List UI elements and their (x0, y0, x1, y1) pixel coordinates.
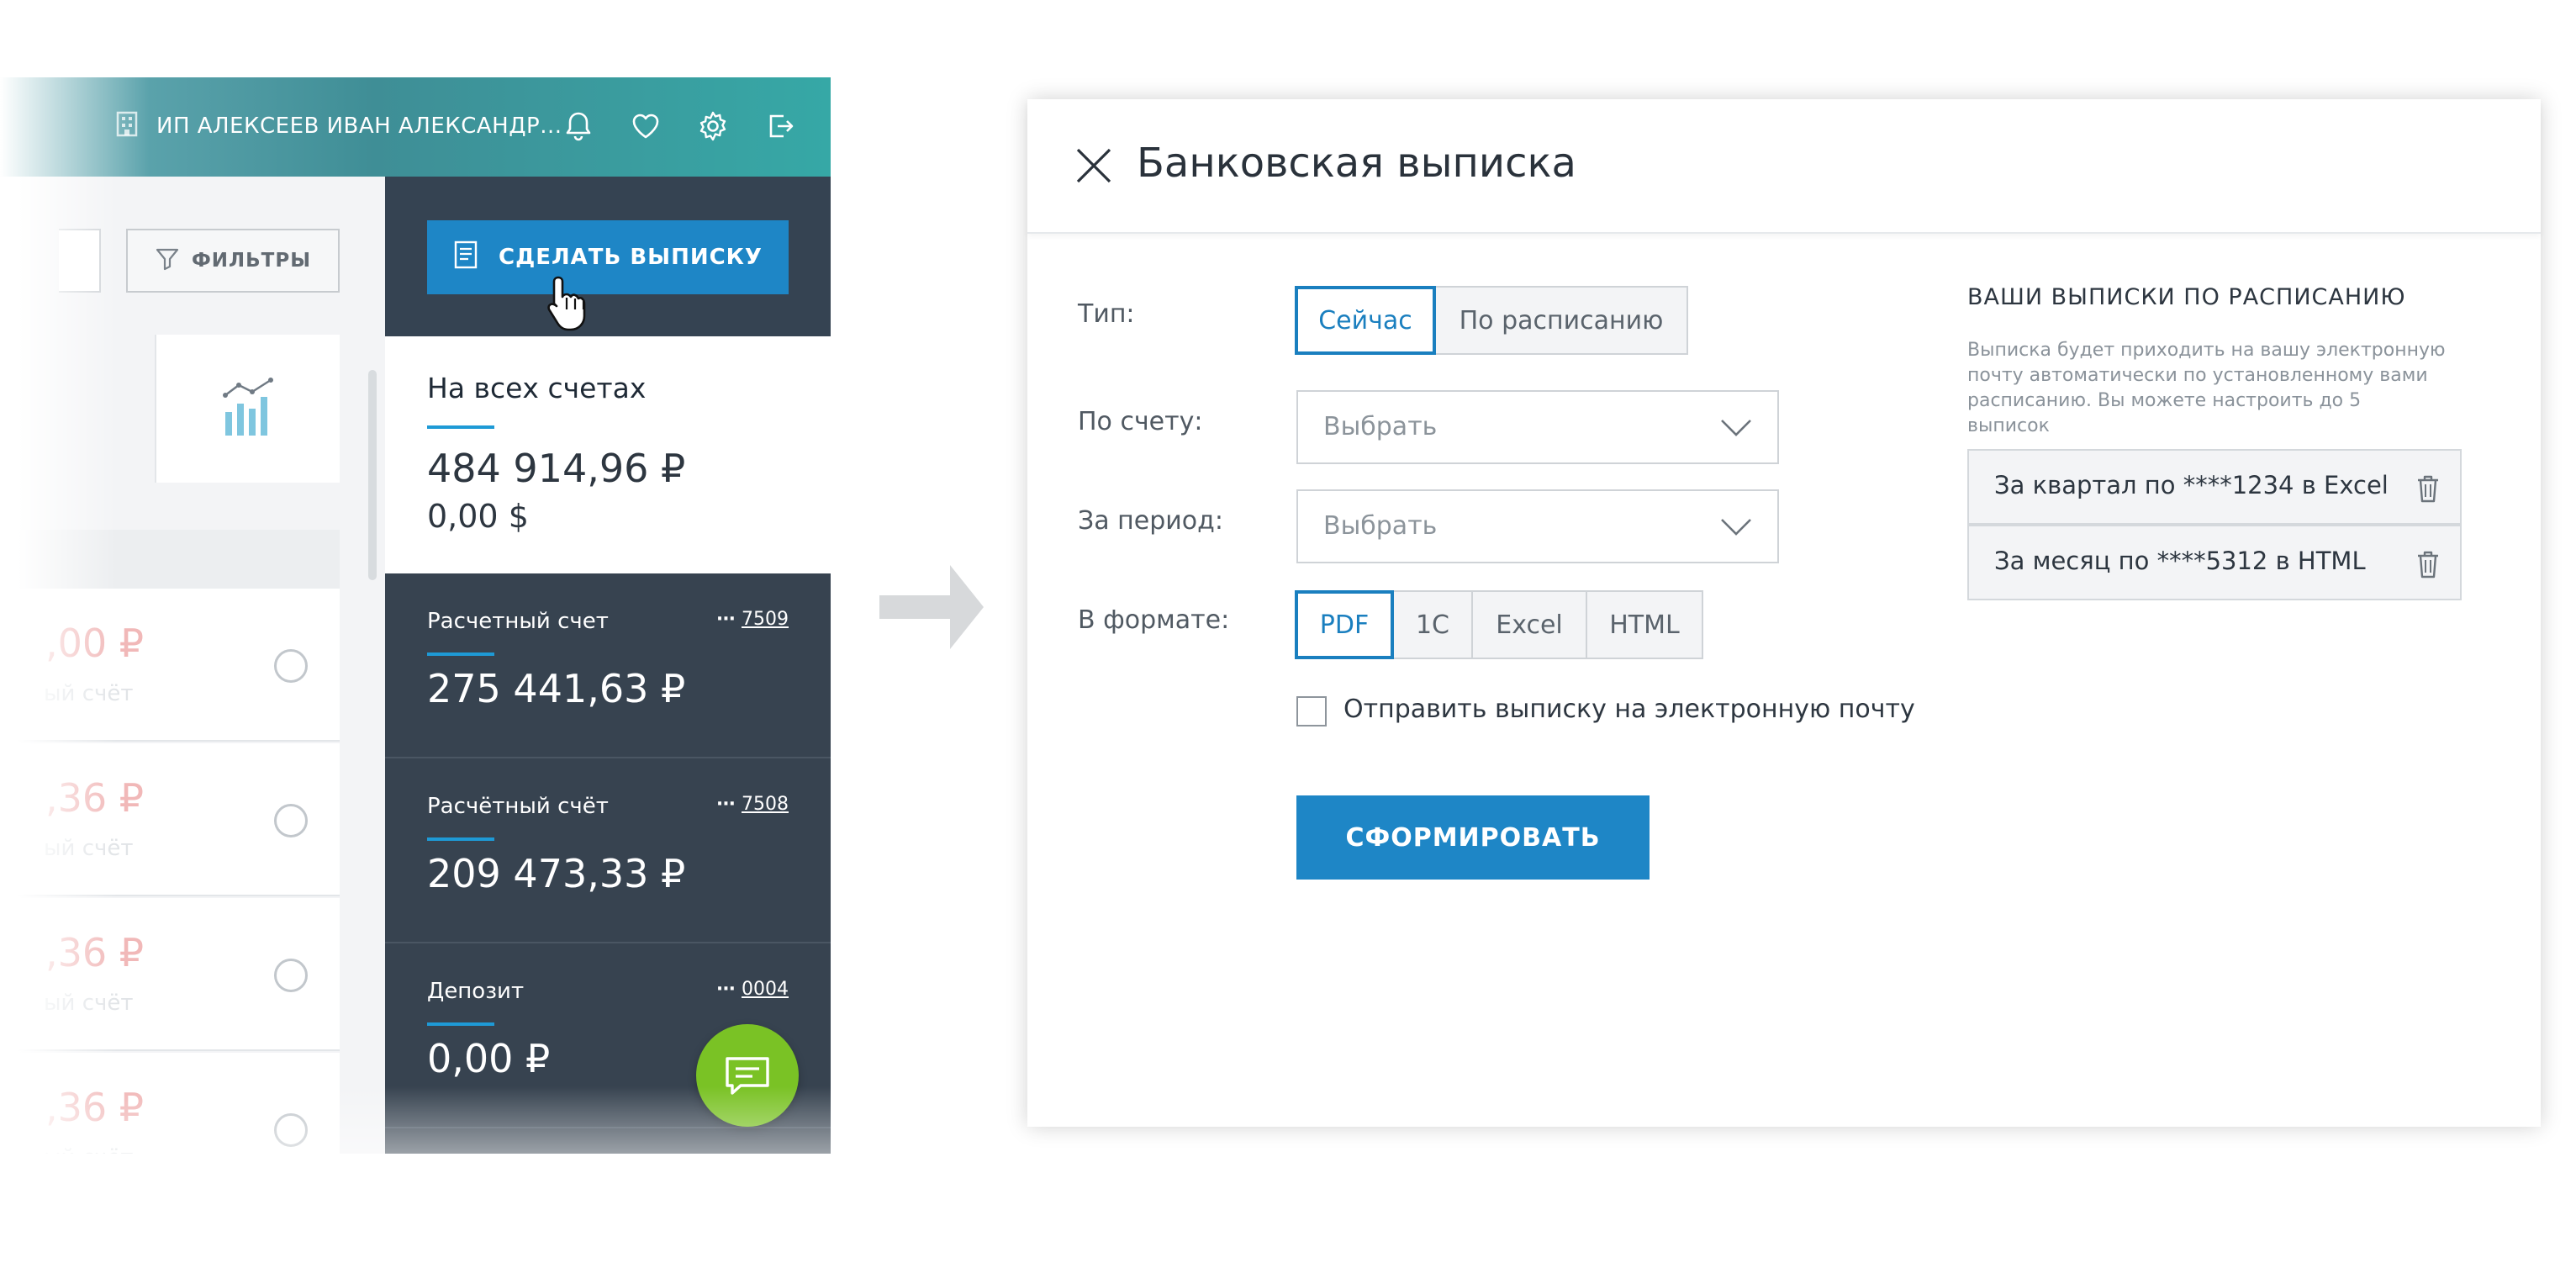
accent-underline (427, 1022, 494, 1026)
account-number[interactable]: ··· 0004 (716, 979, 789, 1000)
trash-icon[interactable] (2416, 474, 2440, 503)
format-option-html[interactable]: HTML (1586, 590, 1703, 659)
org-name: ИП АЛЕКСЕЕВ ИВАН АЛЕКСАНДР... (156, 114, 562, 139)
accounts-panel-header: СДЕЛАТЬ ВЫПИСКУ (385, 177, 831, 336)
account-balance: 209 473,33 ₽ (427, 851, 686, 896)
format-option-pdf[interactable]: PDF (1295, 590, 1394, 659)
accent-underline (427, 425, 494, 429)
top-bar: ИП АЛЕКСЕЕВ ИВАН АЛЕКСАНДР... (0, 77, 831, 177)
analytics-chart-icon (223, 378, 273, 436)
analytics-card[interactable] (155, 335, 340, 483)
close-icon[interactable] (1074, 146, 1113, 185)
account-number-text: 0004 (742, 979, 789, 1000)
filter-icon (155, 246, 180, 276)
chevron-down-icon (1721, 420, 1751, 436)
scheduled-statement-label: За месяц по ****5312 в HTML (1994, 547, 2366, 575)
accounts-panel: СДЕЛАТЬ ВЫПИСКУ На всех счетах 484 914,9… (385, 177, 831, 1154)
arrow-right-icon (879, 565, 984, 649)
make-statement-button[interactable]: СДЕЛАТЬ ВЫПИСКУ (427, 220, 789, 294)
building-icon (113, 109, 141, 144)
format-option-excel[interactable]: Excel (1471, 590, 1587, 659)
bank-statement-modal: Банковская выписка Тип: Сейчас По распис… (1027, 99, 2541, 1127)
row-radio[interactable] (274, 1113, 308, 1147)
account-name: Расчётный счёт (427, 794, 609, 819)
schedule-description: Выписка будет приходить на вашу электрон… (1967, 340, 2446, 436)
row-radio[interactable] (274, 959, 308, 992)
generate-button[interactable]: СФОРМИРОВАТЬ (1296, 795, 1650, 880)
chat-icon (726, 1057, 769, 1095)
account-name: Расчетный счет (427, 609, 609, 634)
format-segmented-control: PDF 1С Excel HTML (1295, 590, 1703, 659)
email-checkbox-label[interactable]: Отправить выписку на электронную почту (1343, 695, 1915, 724)
fade-overlay (0, 177, 118, 1154)
bell-icon[interactable] (557, 104, 600, 148)
logout-icon[interactable] (758, 104, 802, 148)
account-number[interactable]: ··· 7508 (716, 794, 789, 815)
scheduled-statement-item[interactable]: За месяц по ****5312 в HTML (1967, 525, 2462, 600)
all-accounts-rub: 484 914,96 ₽ (427, 446, 686, 491)
format-label: В формате: (1078, 605, 1230, 635)
email-checkbox[interactable] (1296, 696, 1327, 726)
account-select-value: Выбрать (1323, 412, 1438, 441)
all-accounts-title: На всех счетах (427, 372, 647, 404)
chat-button[interactable] (696, 1024, 799, 1127)
scheduled-statement-item[interactable]: За квартал по ****1234 в Excel (1967, 449, 2462, 525)
masked-dots: ··· (715, 979, 736, 1000)
account-balance: 275 441,63 ₽ (427, 666, 686, 711)
app-screen-left: ИП АЛЕКСЕЕВ ИВАН АЛЕКСАНДР... ФИЛЬТРЫ ₽ … (0, 77, 831, 1154)
all-accounts-usd: 0,00 $ (427, 498, 529, 535)
modal-header: Банковская выписка (1027, 99, 2541, 234)
account-card[interactable]: Расчетный счет ··· 7509 275 441,63 ₽ (385, 573, 831, 758)
period-select[interactable]: Выбрать (1296, 489, 1779, 563)
type-label: Тип: (1078, 299, 1135, 329)
accent-underline (427, 837, 494, 841)
format-option-1c[interactable]: 1С (1392, 590, 1473, 659)
document-icon (453, 240, 478, 276)
org-switcher[interactable]: ИП АЛЕКСЕЕВ ИВАН АЛЕКСАНДР... (113, 109, 562, 143)
type-option-scheduled[interactable]: По расписанию (1434, 286, 1688, 355)
row-radio[interactable] (274, 804, 308, 837)
make-statement-label: СДЕЛАТЬ ВЫПИСКУ (499, 245, 763, 270)
hand-cursor-icon (547, 276, 586, 331)
modal-title: Банковская выписка (1137, 140, 1576, 187)
masked-dots: ··· (715, 794, 736, 815)
trash-icon[interactable] (2416, 550, 2440, 579)
all-accounts-card[interactable]: На всех счетах 484 914,96 ₽ 0,00 $ (385, 336, 831, 573)
chevron-down-icon (1721, 519, 1751, 536)
accent-underline (427, 652, 494, 656)
period-select-value: Выбрать (1323, 511, 1438, 541)
scheduled-statement-label: За квартал по ****1234 в Excel (1994, 471, 2389, 499)
row-radio[interactable] (274, 649, 308, 683)
scrollbar[interactable] (368, 370, 377, 580)
account-number-text: 7509 (742, 609, 789, 630)
account-number-text: 7508 (742, 794, 789, 815)
account-label: По счету: (1078, 407, 1203, 436)
type-option-now[interactable]: Сейчас (1295, 286, 1436, 355)
account-number[interactable]: ··· 7509 (716, 609, 789, 630)
account-card[interactable]: Расчётный счёт ··· 7508 209 473,33 ₽ (385, 758, 831, 943)
filters-label: ФИЛЬТРЫ (191, 250, 312, 272)
heart-icon[interactable] (624, 104, 668, 148)
type-segmented-control: Сейчас По расписанию (1295, 286, 1688, 355)
account-name: Депозит (427, 979, 525, 1004)
account-select[interactable]: Выбрать (1296, 390, 1779, 464)
masked-dots: ··· (715, 609, 736, 630)
period-label: За период: (1078, 506, 1223, 536)
gear-icon[interactable] (691, 104, 735, 148)
account-balance: 0,00 ₽ (427, 1036, 551, 1081)
schedule-title: ВАШИ ВЫПИСКИ ПО РАСПИСАНИЮ (1967, 284, 2406, 310)
filters-button[interactable]: ФИЛЬТРЫ (126, 229, 340, 293)
